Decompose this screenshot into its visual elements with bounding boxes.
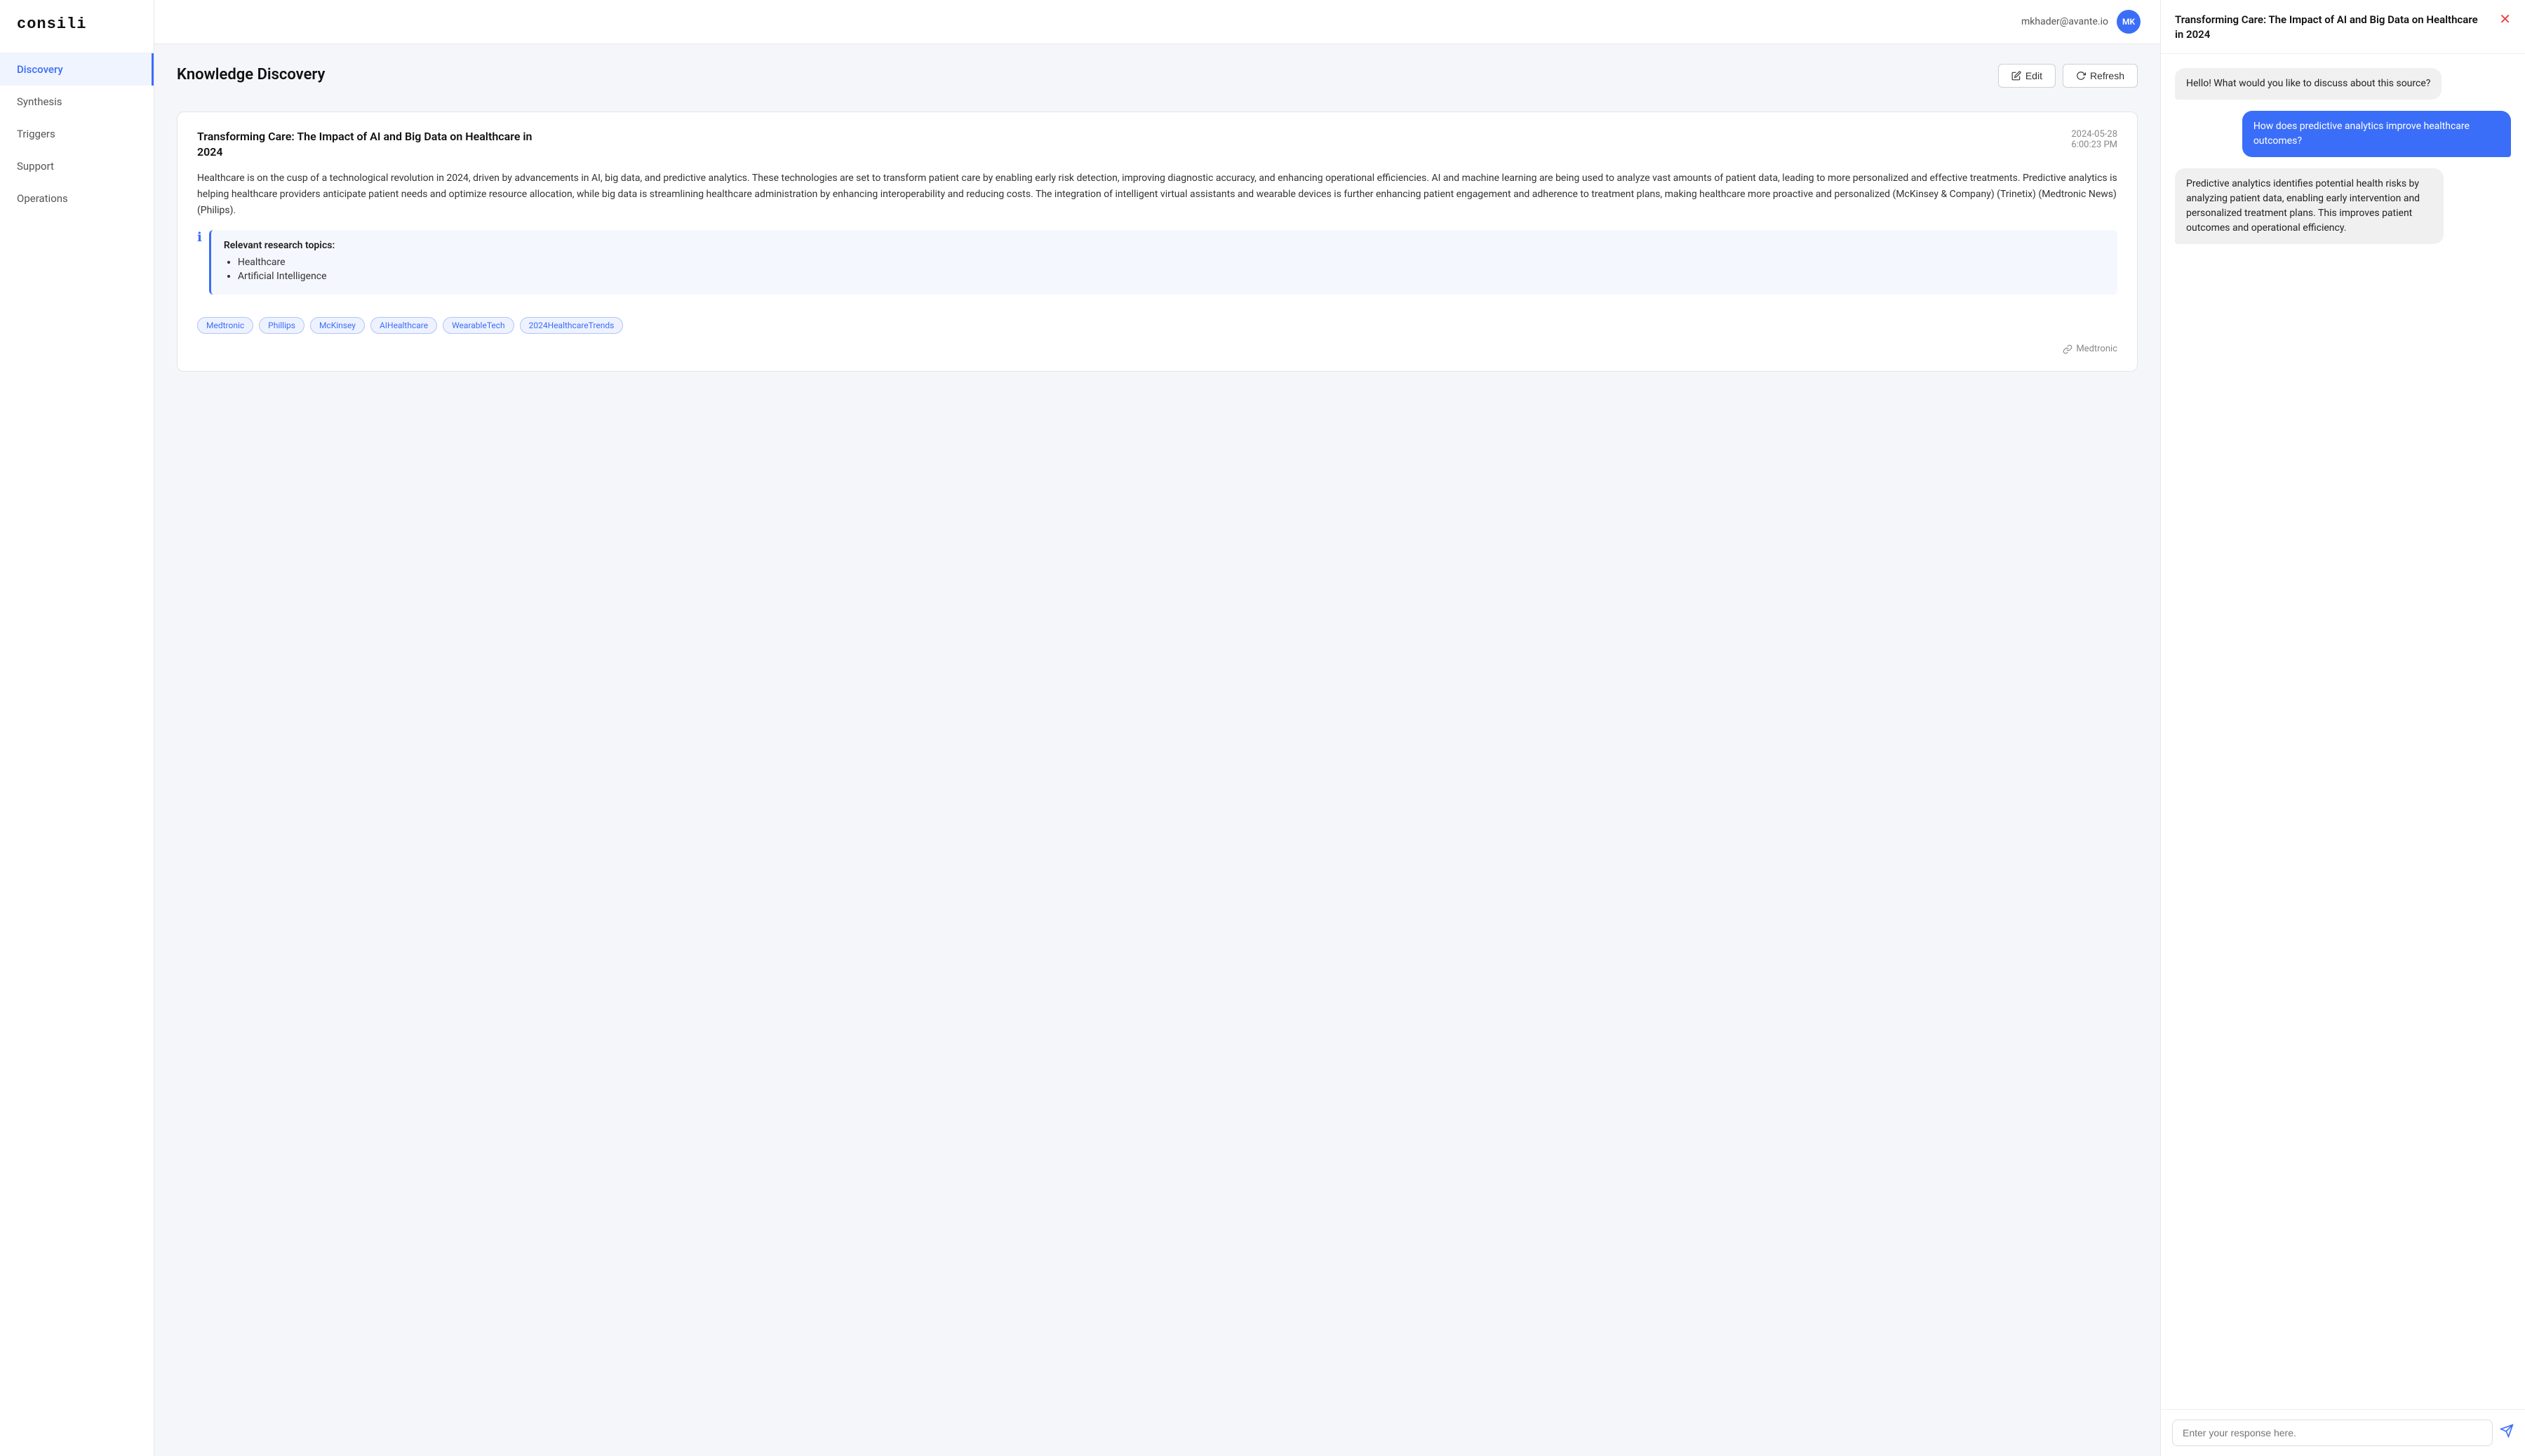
card-title: Transforming Care: The Impact of AI and … — [197, 129, 534, 161]
edit-icon — [2011, 71, 2021, 81]
user-email: mkhader@avante.io — [2021, 16, 2108, 27]
page-body: Knowledge Discovery Edit Refresh Transfo… — [154, 44, 2160, 1456]
info-title: Relevant research topics: — [224, 240, 2105, 251]
tag-medtronic[interactable]: Medtronic — [197, 317, 253, 334]
sidebar-nav: Discovery Synthesis Triggers Support Ope… — [0, 53, 154, 215]
tag-phillips[interactable]: Phillips — [259, 317, 304, 334]
sidebar: consili Discovery Synthesis Triggers Sup… — [0, 0, 154, 1456]
article-card: Transforming Care: The Impact of AI and … — [177, 112, 2138, 372]
topics-list: Healthcare Artificial Intelligence — [224, 257, 2105, 282]
card-footer: Medtronic — [197, 344, 2117, 354]
tag-wearabletech[interactable]: WearableTech — [443, 317, 514, 334]
topic-item: Healthcare — [238, 257, 2105, 268]
send-icon — [2500, 1424, 2514, 1438]
refresh-button[interactable]: Refresh — [2063, 64, 2138, 88]
panel-header: Transforming Care: The Impact of AI and … — [2161, 0, 2525, 54]
sidebar-item-triggers[interactable]: Triggers — [0, 118, 154, 150]
right-panel: Transforming Care: The Impact of AI and … — [2160, 0, 2525, 1456]
card-source: Medtronic — [2063, 344, 2117, 354]
card-date: 2024-05-28 6:00:23 PM — [2071, 129, 2117, 150]
sidebar-item-operations[interactable]: Operations — [0, 182, 154, 215]
sidebar-item-discovery[interactable]: Discovery — [0, 53, 154, 86]
tag-2024healthcaretrends[interactable]: 2024HealthcareTrends — [520, 317, 624, 334]
avatar: MK — [2117, 10, 2141, 34]
info-icon: ℹ — [197, 230, 202, 245]
chat-message-1: How does predictive analytics improve he… — [2242, 111, 2511, 157]
topic-item: Artificial Intelligence — [238, 271, 2105, 282]
close-panel-button[interactable]: ✕ — [2499, 13, 2511, 27]
sidebar-item-synthesis[interactable]: Synthesis — [0, 86, 154, 118]
tag-aihealthcare[interactable]: AIHealthcare — [370, 317, 437, 334]
send-button[interactable] — [2500, 1424, 2514, 1442]
refresh-icon — [2076, 71, 2086, 81]
chat-input-area — [2161, 1409, 2525, 1456]
toolbar: Edit Refresh — [1998, 64, 2138, 88]
tag-mckinsey[interactable]: McKinsey — [310, 317, 365, 334]
research-topics-section: Relevant research topics: Healthcare Art… — [209, 230, 2117, 295]
edit-button[interactable]: Edit — [1998, 64, 2056, 88]
chat-message-0: Hello! What would you like to discuss ab… — [2175, 68, 2442, 100]
top-header: mkhader@avante.io MK — [154, 0, 2160, 44]
chat-input[interactable] — [2172, 1420, 2493, 1446]
card-header: Transforming Care: The Impact of AI and … — [197, 129, 2117, 161]
panel-title: Transforming Care: The Impact of AI and … — [2175, 13, 2484, 42]
page-title: Knowledge Discovery — [177, 66, 325, 83]
logo-area: consili — [0, 0, 154, 53]
app-logo: consili — [17, 15, 137, 33]
link-icon — [2063, 344, 2072, 354]
card-body: Healthcare is on the cusp of a technolog… — [197, 170, 2117, 219]
chat-message-2: Predictive analytics identifies potentia… — [2175, 168, 2444, 244]
chat-area: Hello! What would you like to discuss ab… — [2161, 54, 2525, 1409]
main-content: mkhader@avante.io MK Knowledge Discovery… — [154, 0, 2160, 1456]
sidebar-item-support[interactable]: Support — [0, 150, 154, 182]
tags-container: Medtronic Phillips McKinsey AIHealthcare… — [197, 317, 2117, 334]
